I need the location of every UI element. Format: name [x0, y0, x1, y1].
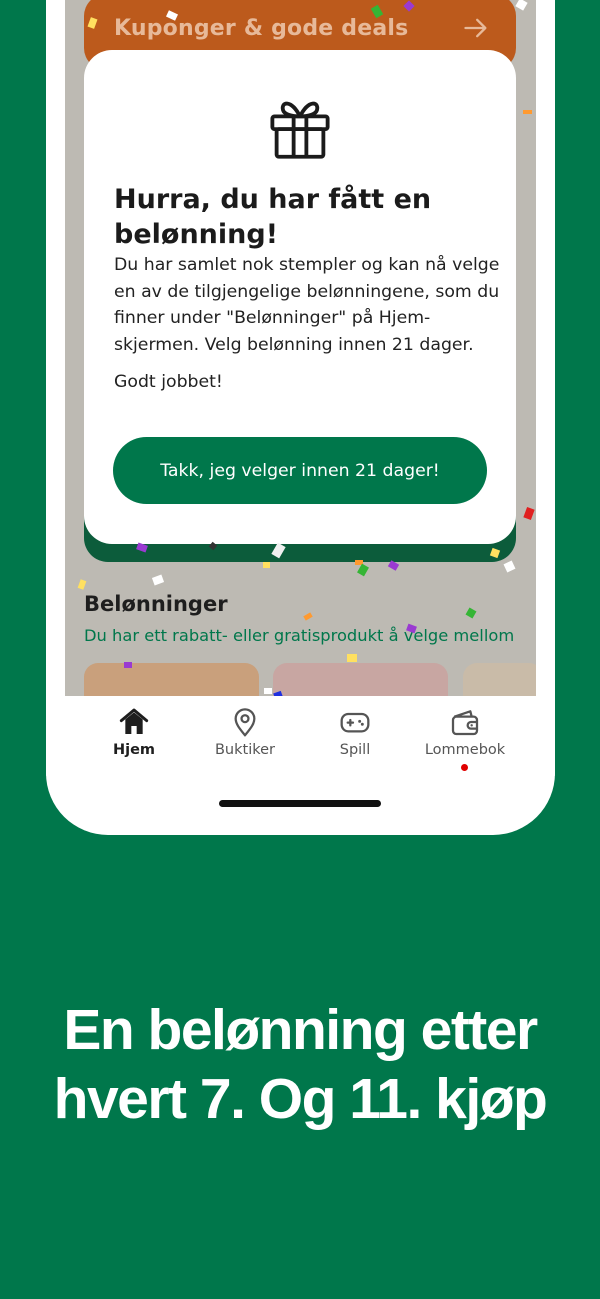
app-screen: Kuponger & gode deals Hurra, du har fått… [65, 0, 536, 696]
nav-label: Buktiker [214, 742, 275, 758]
confetti [523, 110, 532, 114]
confetti [124, 662, 132, 668]
confetti [357, 563, 369, 577]
confetti [515, 0, 528, 11]
promo-headline-line2: hvert 7. Og 11. kjøp [53, 1067, 548, 1131]
bottom-nav: Hjem Buktiker Spill Lommebok [46, 696, 555, 776]
nav-item-lommebok[interactable]: Lommebok [410, 706, 520, 771]
reward-tile[interactable] [84, 663, 259, 696]
promo-headline: En belønning etter hvert 7. Og 11. kjøp [0, 996, 600, 1134]
confetti [303, 612, 313, 621]
coupon-card-title: Kuponger & gode deals [114, 16, 409, 41]
reward-modal: Hurra, du har fått en belønning! Du har … [84, 50, 516, 544]
wallet-icon [451, 710, 479, 736]
confetti [264, 688, 272, 694]
gift-icon [270, 101, 330, 159]
location-pin-icon [234, 708, 256, 737]
confetti [523, 506, 535, 521]
gamepad-icon [340, 712, 370, 733]
phone-frame: Kuponger & gode deals Hurra, du har fått… [46, 0, 555, 835]
confetti [503, 560, 516, 573]
rewards-subtitle: Du har ett rabatt- eller gratisprodukt å… [84, 626, 515, 645]
confetti [263, 562, 270, 568]
promo-headline-line1: En belønning etter [63, 998, 538, 1062]
nav-label: Lommebok [424, 742, 506, 758]
modal-title: Hurra, du har fått en belønning! [114, 184, 432, 250]
nav-item-buktiker[interactable]: Buktiker [190, 706, 300, 758]
reward-tile[interactable] [463, 663, 536, 696]
accept-reward-button[interactable]: Takk, jeg velger innen 21 dager! [113, 437, 487, 504]
home-indicator[interactable] [219, 800, 381, 807]
nav-item-home[interactable]: Hjem [79, 706, 189, 758]
reward-tile[interactable] [273, 663, 448, 696]
modal-closing-text: Godt jobbet! [114, 372, 223, 392]
arrow-right-icon [464, 18, 487, 38]
confetti [347, 654, 357, 662]
confetti [77, 579, 87, 590]
home-icon [119, 708, 149, 734]
modal-body: Du har samlet nok stempler og kan nå vel… [114, 255, 500, 355]
notification-dot [461, 764, 468, 771]
confetti [151, 574, 165, 586]
nav-label: Spill [339, 742, 371, 758]
nav-item-spill[interactable]: Spill [300, 706, 410, 758]
confetti [465, 607, 477, 619]
rewards-heading: Belønninger [84, 592, 228, 616]
nav-label: Hjem [112, 742, 156, 758]
